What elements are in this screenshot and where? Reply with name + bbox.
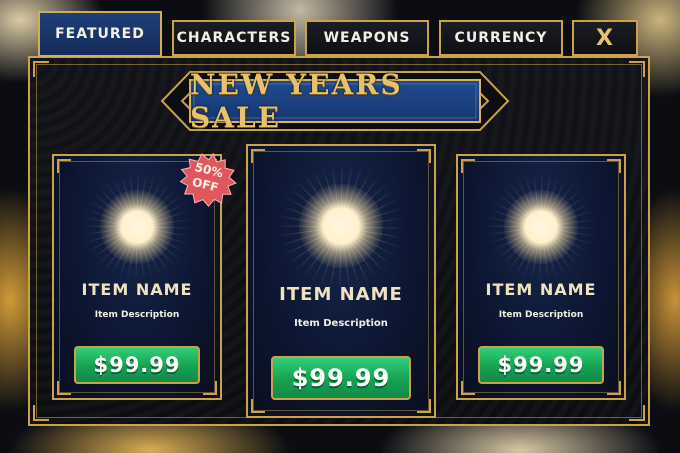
glowing-orb-icon — [100, 190, 174, 264]
item-name: ITEM NAME — [279, 284, 403, 305]
corner-ornament — [203, 381, 217, 395]
corner-ornament — [629, 405, 645, 421]
item-name: ITEM NAME — [81, 280, 193, 299]
discount-badge: 50% OFF — [172, 150, 242, 208]
corner-ornament — [417, 399, 431, 413]
item-description: Item Description — [294, 318, 388, 329]
tab-featured[interactable]: FEATURED — [38, 11, 162, 57]
item-name: ITEM NAME — [485, 280, 597, 299]
tab-characters[interactable]: CHARACTERS — [172, 20, 296, 56]
corner-ornament — [607, 381, 621, 395]
item-description: Item Description — [498, 310, 584, 320]
item-description: Item Description — [94, 310, 180, 320]
corner-ornament — [251, 149, 265, 163]
corner-ornament — [461, 159, 475, 173]
corner-ornament — [33, 405, 49, 421]
corner-ornament — [417, 149, 431, 163]
glowing-orb-icon — [299, 184, 383, 268]
item-card-3[interactable]: ITEM NAME Item Description $99.99 — [456, 154, 626, 400]
glowing-orb-icon — [504, 190, 578, 264]
corner-ornament — [33, 61, 49, 77]
corner-ornament — [251, 399, 265, 413]
tab-weapons[interactable]: WEAPONS — [305, 20, 429, 56]
close-button[interactable]: X — [572, 20, 638, 56]
corner-ornament — [607, 159, 621, 173]
tab-currency[interactable]: CURRENCY — [439, 20, 563, 56]
corner-ornament — [461, 381, 475, 395]
item-card-2[interactable]: ITEM NAME Item Description $99.99 — [246, 144, 436, 418]
buy-button[interactable]: $99.99 — [271, 356, 411, 400]
buy-button[interactable]: $99.99 — [478, 346, 604, 384]
sale-banner: NEW YEARS SALE — [160, 68, 510, 134]
banner-title: NEW YEARS SALE — [190, 68, 403, 134]
store-panel: NEW YEARS SALE ITEM NAME Item Descriptio… — [28, 56, 650, 426]
close-icon: X — [596, 25, 614, 51]
buy-button[interactable]: $99.99 — [74, 346, 200, 384]
corner-ornament — [57, 159, 71, 173]
corner-ornament — [57, 381, 71, 395]
corner-ornament — [629, 61, 645, 77]
